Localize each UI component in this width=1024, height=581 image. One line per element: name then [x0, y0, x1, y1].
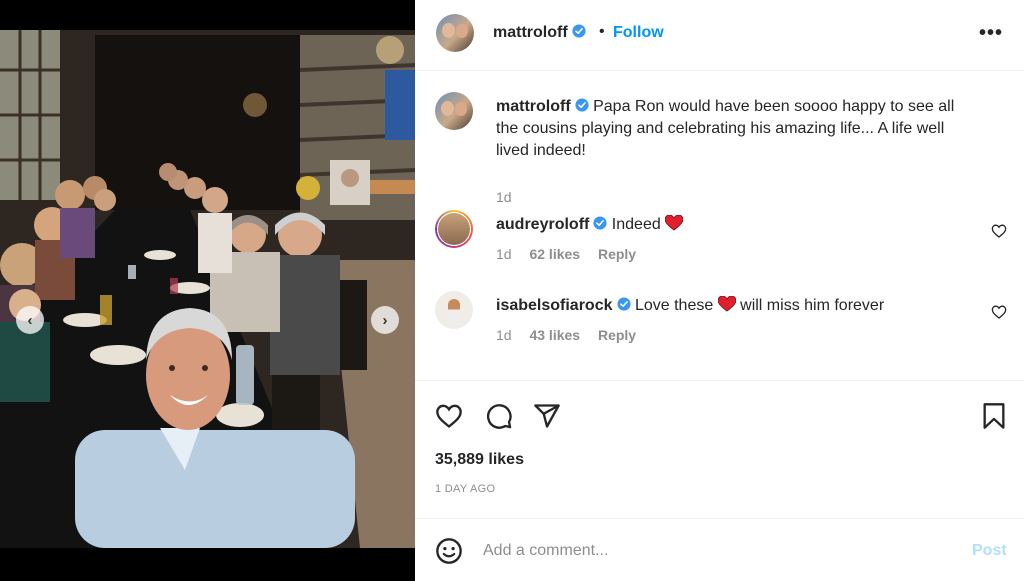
comment-username[interactable]: audreyroloff: [496, 216, 589, 233]
commenter-avatar[interactable]: [435, 291, 473, 329]
like-comment-heart-icon[interactable]: [991, 304, 1007, 320]
post-media: ‹ ›: [0, 0, 415, 581]
comment-likes[interactable]: 62 likes: [529, 246, 580, 262]
author-username-text[interactable]: mattroloff: [493, 24, 568, 41]
header-separator: •: [599, 23, 605, 40]
post-actions: 35,889 likes 1 DAY AGO: [415, 380, 1024, 518]
caption-time[interactable]: 1d: [496, 189, 512, 205]
emoji-icon[interactable]: [435, 537, 463, 565]
comment-body: Love these: [634, 297, 714, 314]
red-heart-emoji-icon: [665, 215, 684, 231]
chevron-right-icon: ›: [382, 311, 388, 329]
add-comment-bar: Post: [415, 518, 1024, 581]
bookmark-icon[interactable]: [980, 402, 1008, 430]
caption-text: mattroloff Papa Ron would have been sooo…: [496, 96, 976, 162]
follow-button[interactable]: Follow: [613, 24, 664, 42]
caption-avatar[interactable]: [435, 92, 473, 130]
share-icon[interactable]: [533, 402, 561, 430]
commenter-avatar[interactable]: [435, 210, 473, 248]
more-options-icon[interactable]: •••: [979, 22, 1003, 45]
verified-badge-icon: [593, 216, 607, 230]
red-heart-emoji-icon: [717, 296, 736, 312]
comment-meta: 1d 62 likes Reply: [496, 246, 636, 262]
caption-meta: 1d: [496, 189, 512, 205]
post-photo[interactable]: ‹ ›: [0, 30, 415, 548]
like-comment-heart-icon[interactable]: [991, 223, 1007, 239]
post-timestamp[interactable]: 1 DAY AGO: [435, 483, 495, 495]
comment-time[interactable]: 1d: [496, 246, 512, 262]
author-username[interactable]: mattroloff: [493, 24, 586, 42]
comment-time[interactable]: 1d: [496, 327, 512, 343]
verified-badge-icon: [575, 98, 589, 112]
comment-body: Indeed: [611, 216, 661, 233]
post-comment-button[interactable]: Post: [972, 542, 1007, 560]
heart-icon[interactable]: [435, 402, 463, 430]
chevron-left-icon: ‹: [27, 311, 33, 329]
carousel-next-button[interactable]: ›: [371, 306, 399, 334]
photo-illustration: [0, 30, 415, 548]
comment-icon[interactable]: [485, 402, 513, 430]
post-panel: mattroloff • Follow ••• mattroloff Papa …: [415, 0, 1024, 581]
comment-meta: 1d 43 likes Reply: [496, 327, 636, 343]
reply-button[interactable]: Reply: [598, 246, 636, 262]
like-count[interactable]: 35,889 likes: [435, 451, 524, 469]
post-header: mattroloff • Follow •••: [415, 0, 1024, 71]
author-avatar[interactable]: [436, 14, 474, 52]
comment-body-continued: will miss him forever: [740, 297, 885, 314]
comment-likes[interactable]: 43 likes: [529, 327, 580, 343]
comment-input[interactable]: [483, 538, 963, 564]
reply-button[interactable]: Reply: [598, 327, 636, 343]
carousel-prev-button[interactable]: ‹: [16, 306, 44, 334]
caption-username[interactable]: mattroloff: [496, 98, 571, 115]
verified-badge-icon: [572, 24, 586, 38]
comment-text: isabelsofiarock Love these will miss him…: [496, 295, 976, 317]
comment-username[interactable]: isabelsofiarock: [496, 297, 613, 314]
verified-badge-icon: [616, 297, 631, 311]
comments-list[interactable]: mattroloff Papa Ron would have been sooo…: [415, 71, 1024, 379]
comment-text: audreyroloff Indeed: [496, 214, 976, 236]
